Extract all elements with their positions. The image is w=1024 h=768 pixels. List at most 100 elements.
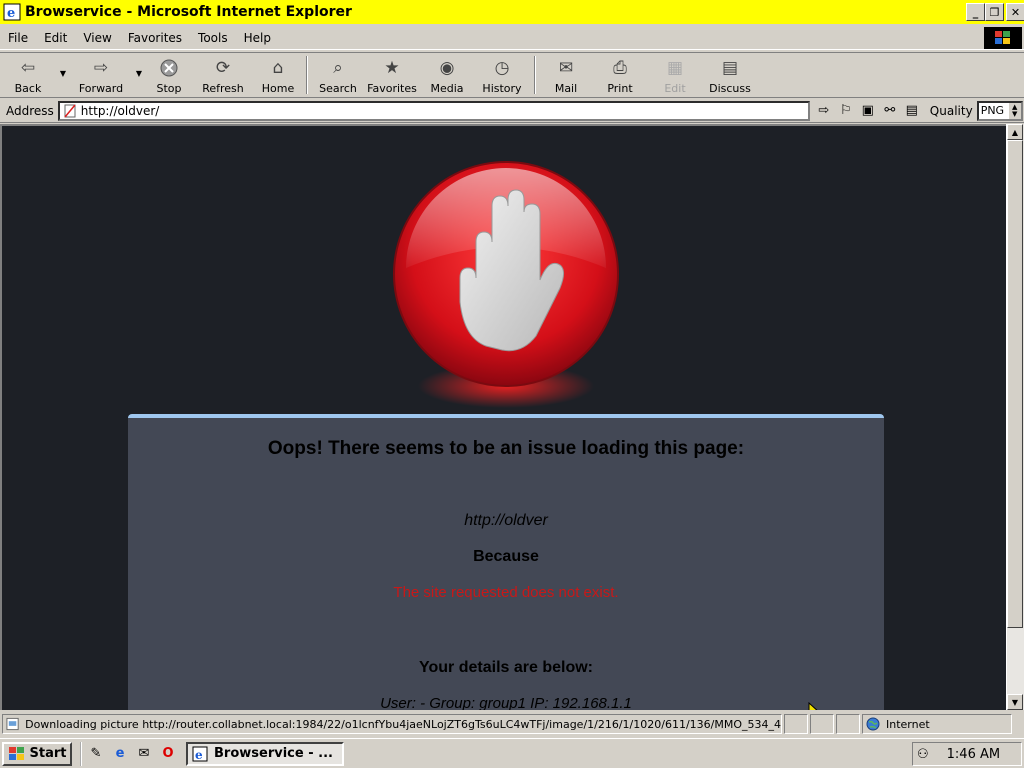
mouse-cursor-icon bbox=[808, 702, 818, 710]
forward-arrow-icon: ⇨ bbox=[93, 58, 109, 78]
because-label: Because bbox=[473, 548, 539, 565]
search-button[interactable]: ⌕ Search bbox=[312, 53, 364, 97]
show-desktop-icon[interactable]: ✎ bbox=[88, 746, 104, 762]
window-title: Browservice - Microsoft Internet Explore… bbox=[25, 4, 352, 20]
menu-bar: File Edit View Favorites Tools Help bbox=[0, 26, 1024, 50]
print-button[interactable]: ⎙ Print bbox=[592, 53, 648, 97]
start-button[interactable]: Start bbox=[2, 741, 72, 766]
ie-launch-icon[interactable]: e bbox=[112, 746, 128, 762]
back-arrow-icon: ⇦ bbox=[20, 58, 36, 78]
status-bar: Downloading picture http://router.collab… bbox=[0, 712, 1024, 736]
clipboard-icon[interactable]: ▤ bbox=[904, 103, 920, 119]
security-zone-panel: Internet bbox=[862, 714, 1012, 734]
svg-text:e: e bbox=[7, 6, 15, 21]
scroll-thumb[interactable] bbox=[1007, 140, 1023, 628]
broken-page-icon bbox=[64, 104, 76, 117]
mail-button[interactable]: ✉ Mail bbox=[540, 53, 592, 97]
taskbar-task-label: Browservice - ... bbox=[214, 746, 333, 761]
discuss-button[interactable]: ▤ Discuss bbox=[702, 53, 758, 97]
go-arrow-icon[interactable]: ⇨ bbox=[816, 103, 832, 119]
status-panel-2 bbox=[810, 714, 834, 734]
home-icon: ⌂ bbox=[272, 58, 284, 78]
favorites-folder-icon: ★ bbox=[384, 58, 400, 78]
minimize-button[interactable]: _ bbox=[966, 3, 985, 21]
taskbar: Start ✎ e ✉ O e Browservice - ... ⚇ 1:46… bbox=[0, 738, 1024, 768]
status-panel-1 bbox=[784, 714, 808, 734]
window-title-bar[interactable]: e Browservice - Microsoft Internet Explo… bbox=[0, 0, 1024, 24]
toolbar-separator bbox=[534, 56, 536, 94]
find-binoculars-icon[interactable]: ⚯ bbox=[882, 103, 898, 119]
menu-tools[interactable]: Tools bbox=[190, 31, 236, 45]
clock[interactable]: 1:46 AM bbox=[947, 747, 1000, 762]
menu-view[interactable]: View bbox=[75, 31, 119, 45]
menu-file[interactable]: File bbox=[0, 31, 36, 45]
opera-icon[interactable]: O bbox=[160, 746, 176, 762]
history-button[interactable]: ◷ History bbox=[474, 53, 530, 97]
menu-favorites[interactable]: Favorites bbox=[120, 31, 190, 45]
windows-logo-icon bbox=[984, 27, 1022, 49]
status-message: Downloading picture http://router.collab… bbox=[25, 717, 781, 731]
media-button[interactable]: ◉ Media bbox=[420, 53, 474, 97]
toolbar-separator bbox=[306, 56, 308, 94]
vertical-scrollbar[interactable]: ▲ ▼ bbox=[1006, 124, 1024, 710]
close-button[interactable]: ✕ bbox=[1006, 3, 1024, 21]
quality-spinner[interactable]: ▲ ▼ bbox=[1008, 102, 1021, 119]
back-button[interactable]: ⇦ Back bbox=[0, 53, 56, 97]
stop-hand-icon bbox=[393, 161, 619, 408]
standard-toolbar: ⇦ Back ▼ ⇨ Forward ▼ Stop ⟳ Refresh ⌂ Ho… bbox=[0, 52, 1024, 98]
ie-app-icon: e bbox=[3, 3, 21, 21]
start-label: Start bbox=[29, 746, 67, 761]
forward-dropdown[interactable]: ▼ bbox=[132, 53, 146, 93]
home-button[interactable]: ⌂ Home bbox=[254, 53, 302, 97]
status-panel-3 bbox=[836, 714, 860, 734]
network-tray-icon[interactable]: ⚇ bbox=[917, 747, 929, 762]
windows-flag-icon bbox=[8, 746, 24, 760]
stop-button[interactable]: Stop bbox=[146, 53, 192, 97]
printer-icon: ⎙ bbox=[613, 58, 627, 78]
menu-edit[interactable]: Edit bbox=[36, 31, 75, 45]
quick-launch: ✎ e ✉ O bbox=[80, 741, 176, 766]
favorites-button[interactable]: ★ Favorites bbox=[364, 53, 420, 97]
scroll-up-button[interactable]: ▲ bbox=[1007, 124, 1023, 140]
ie-task-icon: e bbox=[192, 746, 208, 762]
status-message-panel: Downloading picture http://router.collab… bbox=[2, 714, 782, 734]
refresh-icon: ⟳ bbox=[215, 58, 231, 78]
menu-help[interactable]: Help bbox=[236, 31, 279, 45]
scroll-down-button[interactable]: ▼ bbox=[1007, 694, 1023, 710]
user-details: User: - Group: group1 IP: 192.168.1.1 bbox=[380, 695, 632, 710]
error-card: Oops! There seems to be an issue loading… bbox=[128, 414, 884, 710]
details-heading: Your details are below: bbox=[419, 659, 593, 676]
quality-label: Quality bbox=[929, 103, 973, 118]
restore-button[interactable]: ❐ bbox=[985, 3, 1004, 21]
mail-icon: ✉ bbox=[558, 58, 574, 78]
quality-select[interactable]: PNG ▲ ▼ bbox=[976, 100, 1023, 121]
security-zone: Internet bbox=[886, 717, 930, 731]
address-url: http://oldver/ bbox=[80, 103, 160, 118]
forward-button[interactable]: ⇨ Forward bbox=[70, 53, 132, 97]
download-page-icon bbox=[6, 717, 19, 731]
edit-icon: ▦ bbox=[666, 58, 684, 78]
refresh-button[interactable]: ⟳ Refresh bbox=[192, 53, 254, 97]
address-label: Address bbox=[6, 103, 54, 118]
quality-value: PNG bbox=[980, 104, 1005, 117]
media-icon: ◉ bbox=[439, 58, 455, 78]
edit-button[interactable]: ▦ Edit bbox=[648, 53, 702, 97]
error-heading: Oops! There seems to be an issue loading… bbox=[267, 438, 745, 459]
discuss-icon: ▤ bbox=[721, 58, 739, 78]
error-url: http://oldver bbox=[464, 512, 548, 529]
search-icon: ⌕ bbox=[333, 58, 343, 78]
svg-text:e: e bbox=[195, 748, 203, 762]
address-input[interactable]: http://oldver/ bbox=[57, 100, 810, 121]
back-dropdown[interactable]: ▼ bbox=[56, 53, 70, 93]
outlook-icon[interactable]: ✉ bbox=[136, 746, 152, 762]
bookmark-icon[interactable]: ⚐ bbox=[838, 103, 854, 119]
system-tray: ⚇ 1:46 AM bbox=[912, 742, 1022, 766]
page-icon[interactable]: ▣ bbox=[860, 103, 876, 119]
taskbar-browservice-button[interactable]: e Browservice - ... bbox=[186, 741, 344, 766]
stop-icon bbox=[158, 57, 180, 79]
history-icon: ◷ bbox=[494, 58, 510, 78]
internet-globe-icon bbox=[866, 717, 880, 731]
address-bar: Address http://oldver/ ⇨ ⚐ ▣ ⚯ ▤ Quality… bbox=[0, 99, 1024, 123]
error-reason: The site requested does not exist. bbox=[393, 584, 619, 601]
page-viewport[interactable]: Oops! There seems to be an issue loading… bbox=[0, 124, 1006, 710]
